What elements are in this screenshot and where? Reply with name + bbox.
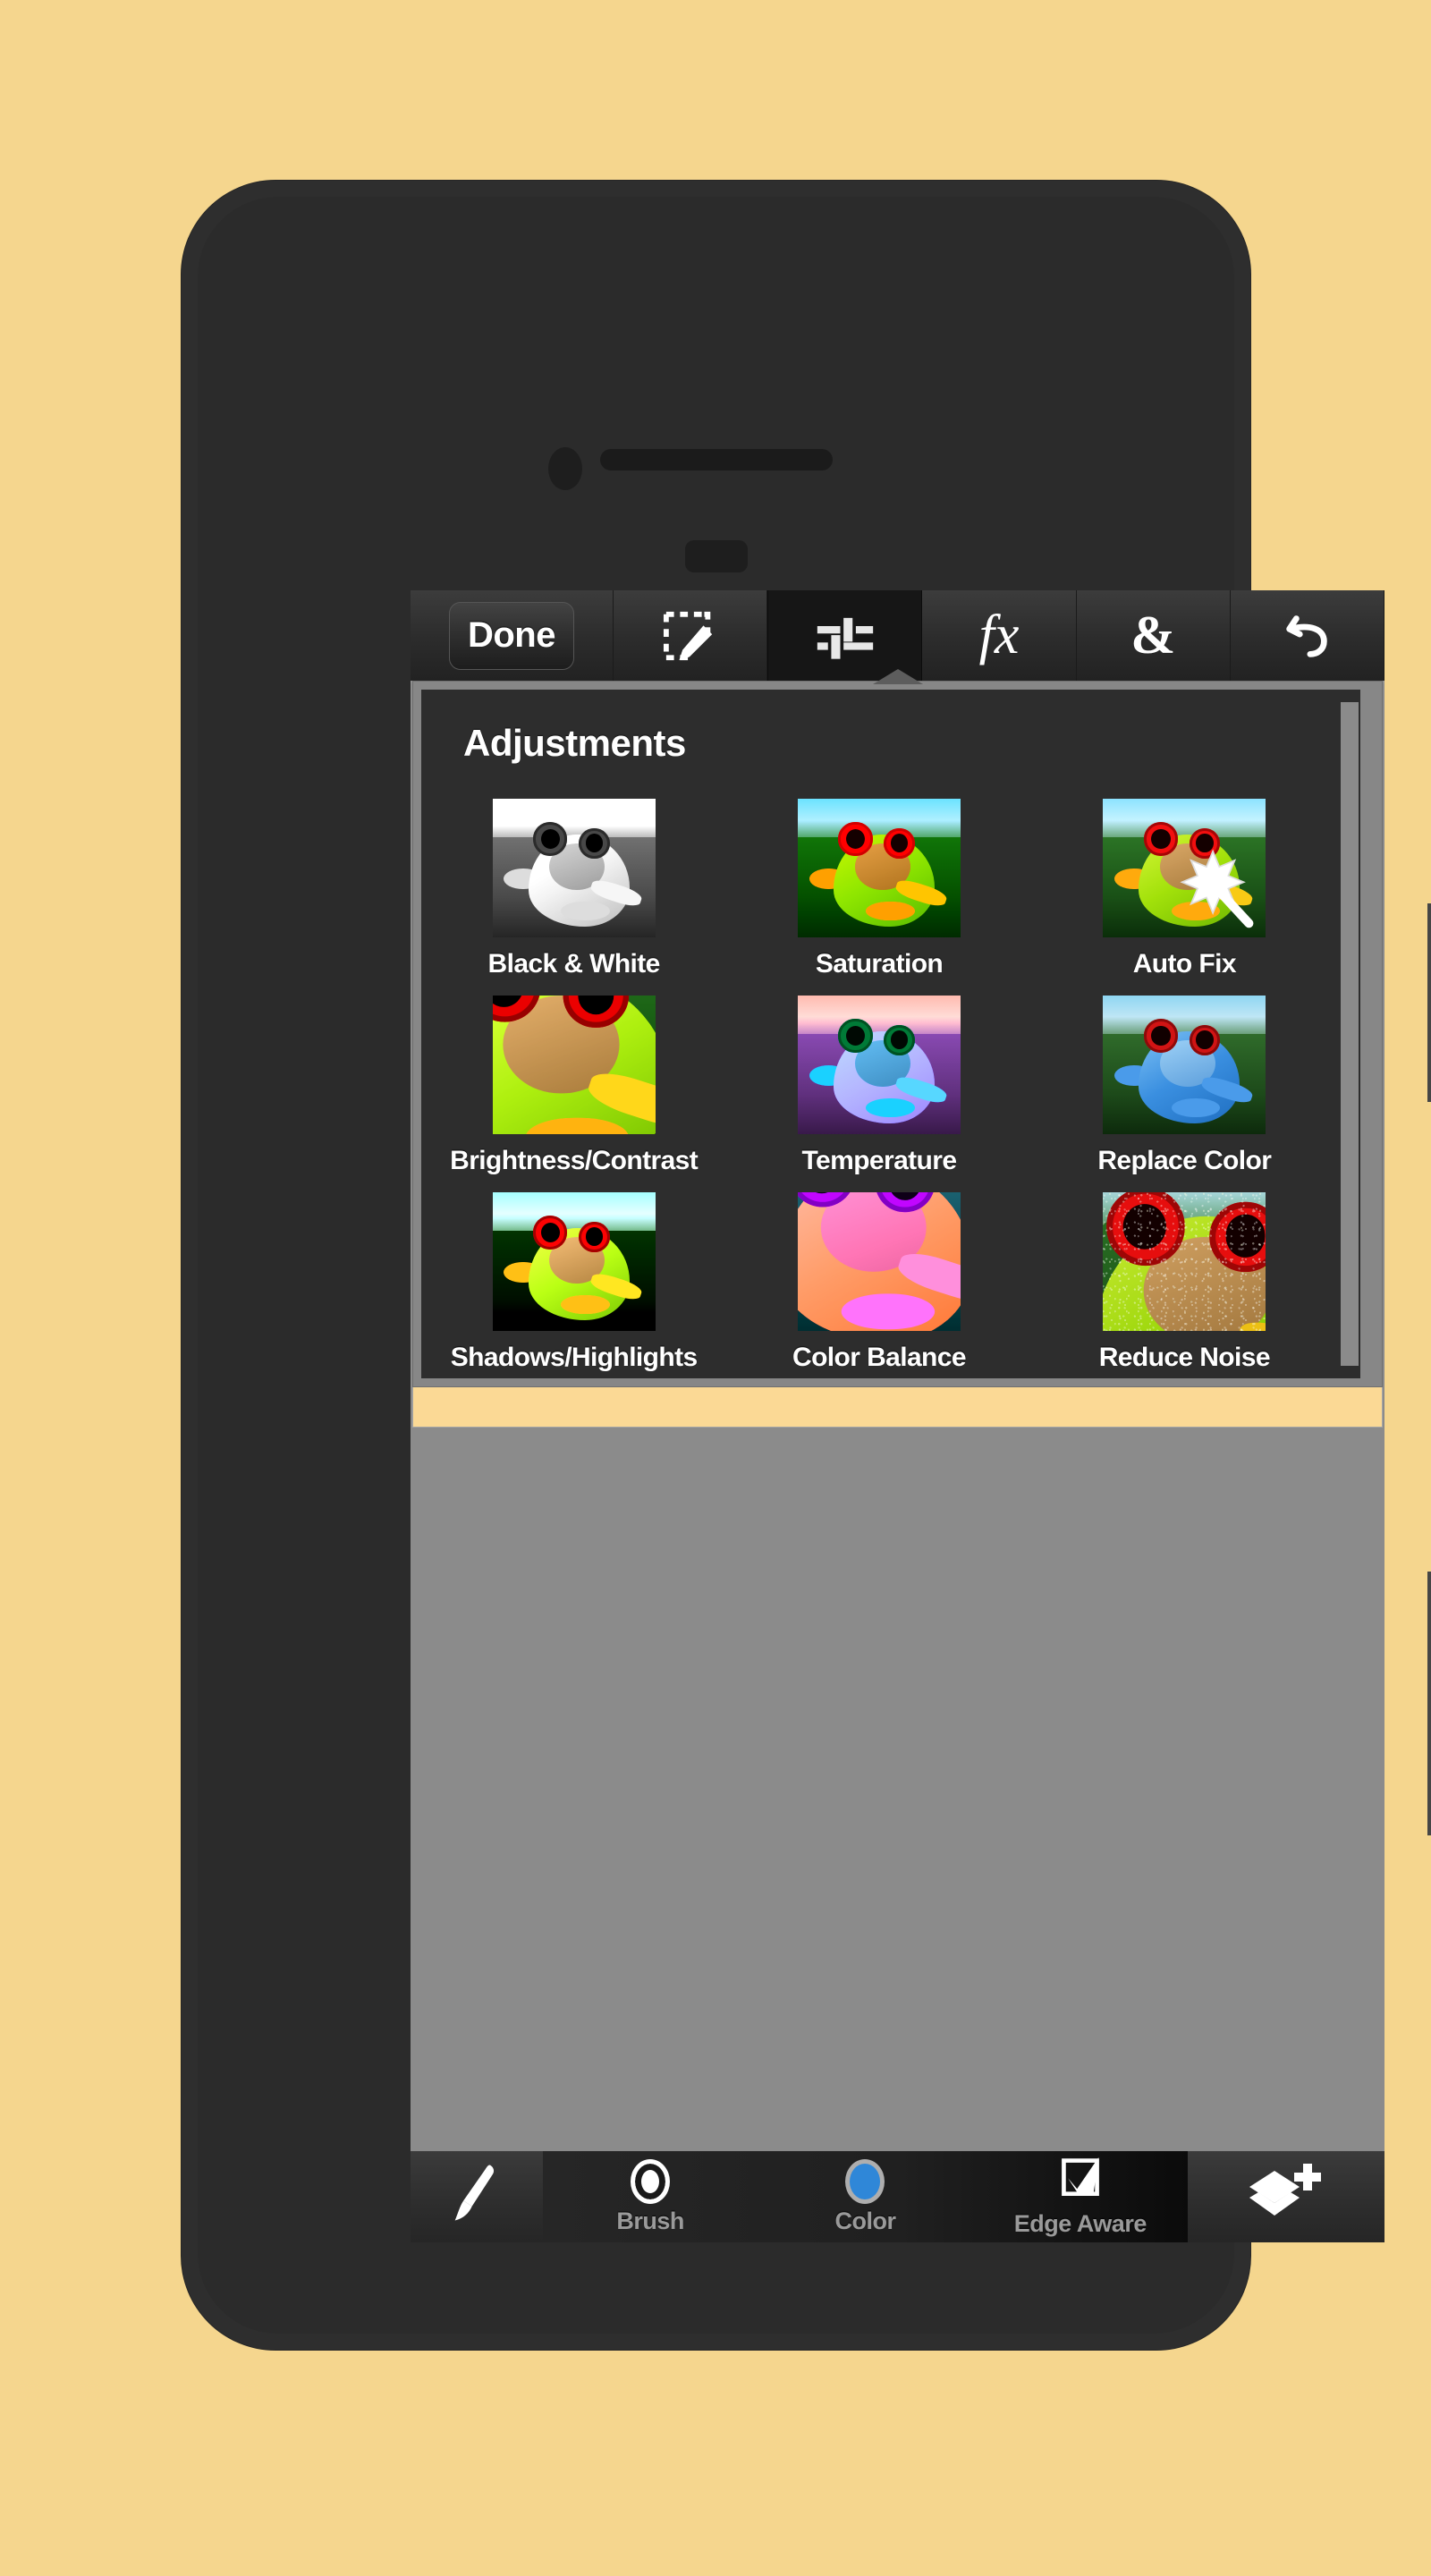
thumbnail [1103,1192,1266,1331]
thumbnail [492,799,656,937]
adjustment-item-replace-color[interactable]: Replace Color [1032,996,1337,1187]
adjustment-label: Replace Color [1097,1146,1272,1175]
panel-scrollbar[interactable] [1341,702,1359,1366]
frog-thumbnail-image [797,1192,961,1331]
adjustment-item-reduce-noise[interactable]: Reduce Noise [1032,1192,1337,1378]
adjustment-label: Black & White [487,949,661,979]
thumbnail [492,1192,656,1331]
frog-thumbnail-image [797,996,961,1134]
adjustment-label: Temperature [801,1146,958,1175]
tool-option-edge-aware[interactable]: Edge Aware [973,2151,1188,2242]
proximity-sensor-icon [684,540,748,572]
adjustments-grid: Black & White Saturation Auto Fix Bright… [421,799,1337,1378]
thumbnail [797,996,961,1134]
add-layer-icon [1248,2160,1325,2234]
phone-screen: Done fx & Adjustments Black & White Satu… [411,590,1384,2242]
tool-option-label: Edge Aware [1013,2210,1147,2237]
tool-option-label: Color [834,2207,896,2234]
undo-arrow-icon [1279,608,1334,664]
ampersand-icon: & [1130,606,1176,665]
phone-device-frame: Done fx & Adjustments Black & White Satu… [182,181,1431,2350]
tool-option-brush[interactable]: Brush [543,2151,758,2242]
power-button[interactable] [1427,1572,1431,1835]
thumbnail [797,799,961,937]
brush-swatch-icon [631,2158,671,2204]
adjustment-label: Saturation [815,949,944,979]
frog-thumbnail-image [492,996,656,1134]
color-swatch-icon [845,2158,885,2204]
frog-thumbnail-image [1103,799,1266,937]
adjustment-item-color-balance[interactable]: Color Balance [726,1192,1031,1378]
paintbrush-icon [445,2162,508,2233]
adjustment-item-temperature[interactable]: Temperature [726,996,1031,1187]
adjustment-item-saturation[interactable]: Saturation [726,799,1031,990]
adjustments-popover: Adjustments Black & White Saturation Aut… [412,669,1383,1387]
tool-options-bar: Brush Color Edge Aware [543,2151,1188,2242]
volume-button[interactable] [1427,903,1431,1102]
frog-thumbnail-image [1103,996,1266,1134]
bottom-toolbar: Brush Color Edge Aware [411,2151,1384,2242]
brush-tool-button[interactable] [411,2151,543,2242]
frog-thumbnail-image [492,1192,656,1331]
thumbnail [797,1192,961,1331]
editor-workspace: Adjustments Black & White Saturation Aut… [411,669,1384,2151]
front-camera-icon [548,447,582,490]
tab-undo[interactable] [1230,590,1384,681]
edge-aware-checkbox-icon [1057,2156,1104,2207]
tab-effects[interactable]: fx [922,590,1077,681]
earpiece-speaker-icon [599,449,833,470]
adjustments-panel: Adjustments Black & White Saturation Aut… [421,690,1360,1378]
thumbnail [1103,996,1266,1134]
page-title: Adjustments [463,722,686,764]
adjustment-label: Auto Fix [1132,949,1237,979]
adjustment-label: Reduce Noise [1098,1343,1271,1372]
tab-selection-edit[interactable] [613,590,768,681]
sliders-icon [816,609,875,663]
adjustment-item-shadows-highlights[interactable]: Shadows/Highlights [421,1192,726,1378]
thumbnail [492,996,656,1134]
adjustment-label: Color Balance [792,1343,967,1372]
tab-blend[interactable]: & [1076,590,1231,681]
thumbnail [1103,799,1266,937]
popover-caret-icon [872,669,923,684]
dashed-square-pencil-icon [663,608,718,664]
done-tab-cell[interactable]: Done [411,590,614,681]
adjustment-label: Shadows/Highlights [450,1343,698,1372]
tool-option-label: Brush [616,2207,684,2234]
tool-option-color[interactable]: Color [758,2151,972,2242]
frog-thumbnail-image [492,799,656,937]
frog-thumbnail-image [797,799,961,937]
tab-adjustments[interactable] [767,590,923,681]
adjustment-item-brightness-contrast[interactable]: Brightness/Contrast [421,996,726,1187]
adjustment-item-black-and-white[interactable]: Black & White [421,799,726,990]
done-button[interactable]: Done [448,601,574,670]
frog-thumbnail-image [1103,1192,1266,1331]
fx-icon: fx [978,605,1020,665]
add-layer-button[interactable] [1188,2151,1384,2242]
adjustment-item-auto-fix[interactable]: Auto Fix [1032,799,1337,990]
adjustment-label: Brightness/Contrast [450,1146,699,1175]
